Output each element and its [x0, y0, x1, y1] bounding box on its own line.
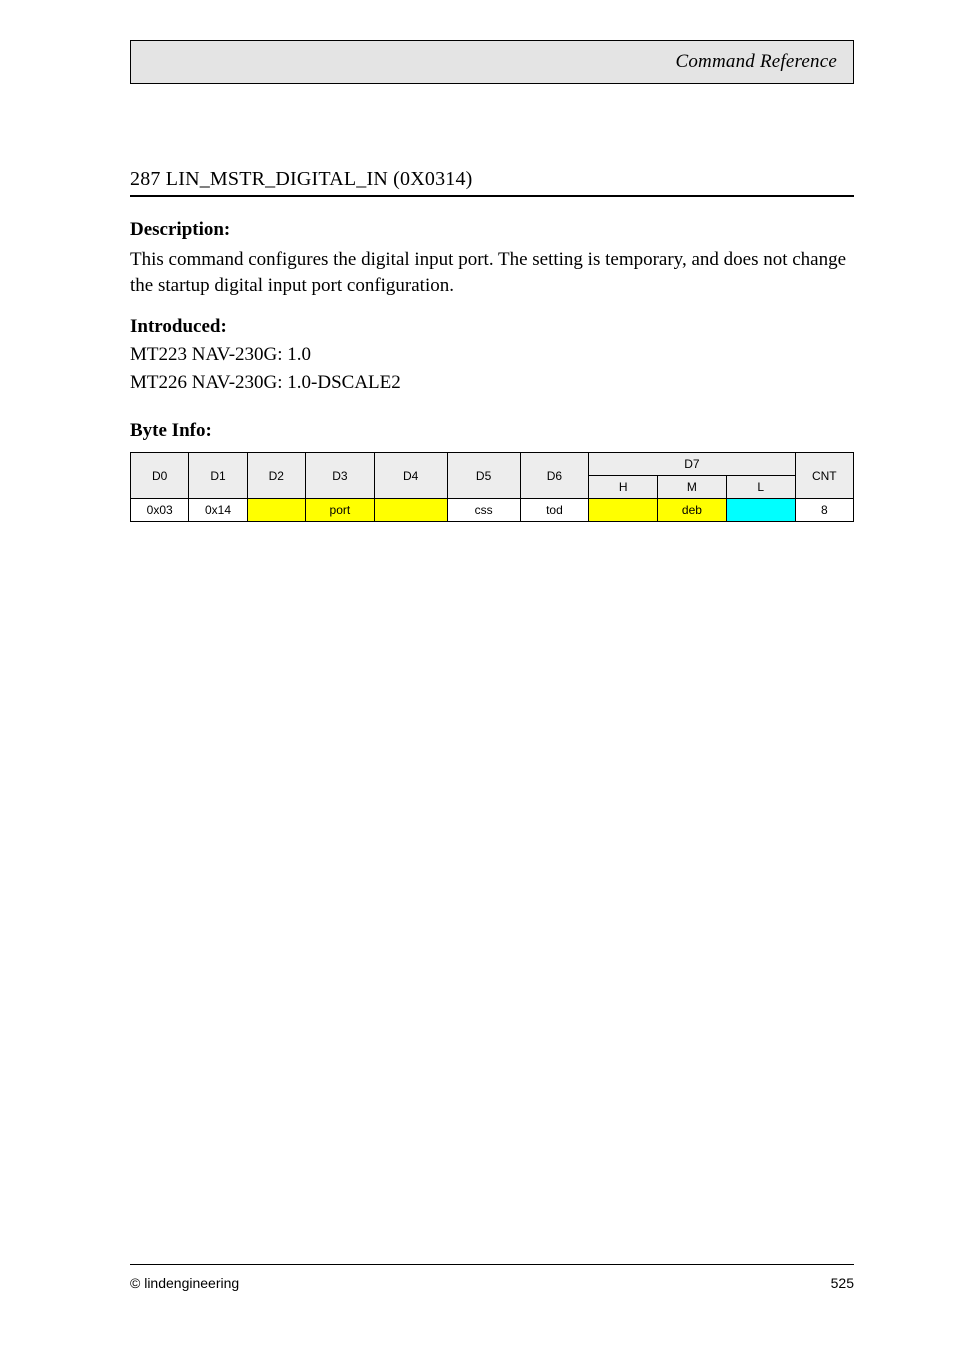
page-header-title: Command Reference [675, 51, 837, 73]
introduced-line-1: MT226 NAV-230G: 1.0-DSCALE2 [130, 372, 854, 394]
cell-cnt: 8 [795, 499, 853, 522]
cell-d7l [726, 499, 795, 522]
col-d3: D3 [305, 453, 374, 499]
col-cnt: CNT [795, 453, 853, 499]
footer-right: 525 [831, 1275, 854, 1291]
cell-d1: 0x14 [189, 499, 247, 522]
byteinfo-table: D0 D1 D2 D3 D4 D5 D6 D7 CNT H M L 0x03 0… [130, 452, 854, 522]
introduced-line-0: MT223 NAV-230G: 1.0 [130, 344, 854, 366]
col-d7-l: L [726, 476, 795, 499]
section-title: 287 LIN_MSTR_DIGITAL_IN (0X0314) [130, 168, 854, 197]
col-d1: D1 [189, 453, 247, 499]
cell-d5: css [447, 499, 520, 522]
cell-d7m: deb [658, 499, 727, 522]
col-d4: D4 [374, 453, 447, 499]
page-footer: © lindengineering 525 [130, 1264, 854, 1291]
col-d7-h: H [589, 476, 658, 499]
byteinfo-header-row: D0 D1 D2 D3 D4 D5 D6 D7 CNT [131, 453, 854, 476]
footer-left: © lindengineering [130, 1275, 239, 1291]
col-d5: D5 [447, 453, 520, 499]
description-text: This command configures the digital inpu… [130, 247, 854, 298]
cell-d3: port [305, 499, 374, 522]
col-d7-m: M [658, 476, 727, 499]
col-d7: D7 [589, 453, 795, 476]
byteinfo-data-row: 0x03 0x14 port css tod deb 8 [131, 499, 854, 522]
cell-d7h [589, 499, 658, 522]
introduced-label: Introduced: [130, 316, 854, 338]
page: Command Reference 287 LIN_MSTR_DIGITAL_I… [0, 0, 954, 1351]
cell-d2 [247, 499, 305, 522]
page-header: Command Reference [130, 40, 854, 84]
col-d2: D2 [247, 453, 305, 499]
cell-d6: tod [520, 499, 589, 522]
cell-d0: 0x03 [131, 499, 189, 522]
cell-d4 [374, 499, 447, 522]
description-label: Description: [130, 219, 854, 241]
byteinfo-label: Byte Info: [130, 420, 854, 442]
col-d6: D6 [520, 453, 589, 499]
col-d0: D0 [131, 453, 189, 499]
